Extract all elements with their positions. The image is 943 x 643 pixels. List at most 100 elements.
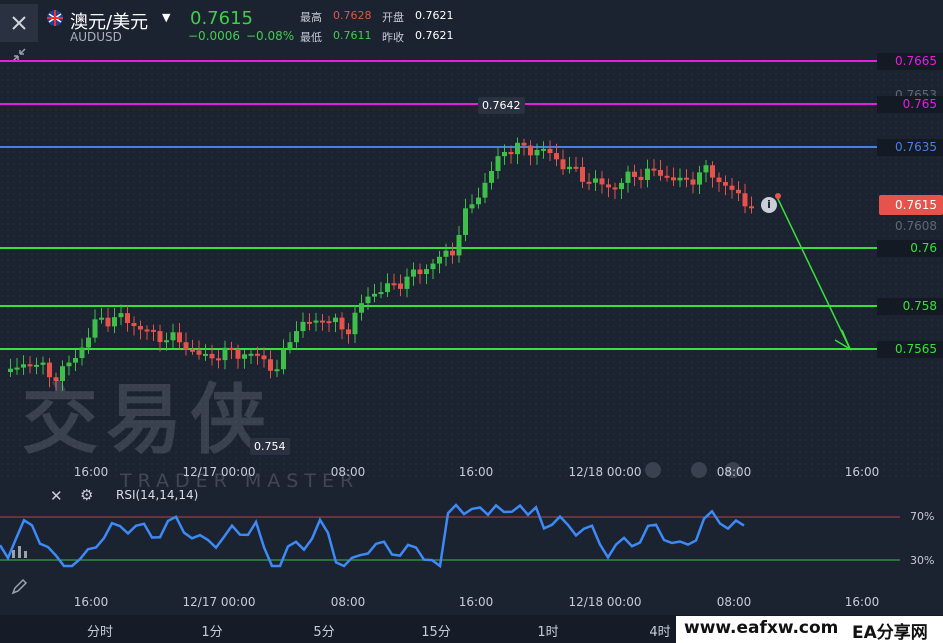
candle-body xyxy=(469,204,475,209)
time-tick-lower: 08:00 xyxy=(330,595,366,609)
candle-body xyxy=(528,145,533,156)
candle-body xyxy=(352,312,358,335)
candle-body xyxy=(229,347,234,350)
timeframe-tab[interactable]: 分时 xyxy=(87,621,113,640)
candle-body xyxy=(638,176,644,180)
candle-body xyxy=(359,303,364,313)
candle-body xyxy=(534,150,540,156)
candle-body xyxy=(99,317,104,320)
candle-body xyxy=(125,313,130,324)
candle-body xyxy=(300,321,306,332)
price-label-76: 0.76 xyxy=(877,240,943,257)
candle-body xyxy=(378,292,384,295)
candle-body xyxy=(274,369,280,372)
event-marker-icon[interactable] xyxy=(691,462,707,478)
candle-body xyxy=(541,148,546,151)
time-tick: 08:00 xyxy=(330,465,366,479)
candle-body xyxy=(86,337,91,348)
event-marker-icon[interactable] xyxy=(645,462,661,478)
candle-body xyxy=(14,367,20,370)
candle-body xyxy=(92,319,98,338)
time-tick: 16:00 xyxy=(844,465,880,479)
rsi-level-low: 30% xyxy=(910,554,935,567)
candle-body xyxy=(671,177,676,181)
candle-body xyxy=(294,331,299,343)
timeframe-tab[interactable]: 4时 xyxy=(649,621,670,640)
candle-body xyxy=(131,323,137,327)
watermark-cn: 交易侠 xyxy=(22,375,274,464)
candle-body xyxy=(385,283,390,293)
candle-body xyxy=(417,269,423,275)
candle-body xyxy=(164,340,169,343)
candle-body xyxy=(502,152,507,157)
candle-body xyxy=(456,234,462,256)
candle-body xyxy=(684,177,689,180)
candle-body xyxy=(430,263,436,270)
time-tick: 12/17 00:00 xyxy=(182,465,256,479)
candle-body xyxy=(196,350,202,355)
candle-body xyxy=(450,250,455,256)
candle-body xyxy=(411,269,416,277)
candle-body xyxy=(664,175,670,178)
candle-body xyxy=(177,332,182,343)
rsi-line xyxy=(0,503,745,569)
candle-body xyxy=(190,349,195,352)
candle-body xyxy=(619,182,624,190)
candle-body xyxy=(658,169,663,176)
candle-body xyxy=(476,197,481,205)
candle-body xyxy=(281,349,286,370)
info-icon[interactable]: i xyxy=(761,197,777,213)
candle-body xyxy=(645,168,650,180)
chart-app: 澳元/美元 ▼ AUDUSD 0.7615 −0.0006 −0.08% 最高 … xyxy=(0,0,943,643)
price-label-758: 0.758 xyxy=(877,298,943,315)
candle-body xyxy=(677,177,683,181)
candle-body xyxy=(333,317,338,323)
rsi-panel xyxy=(0,503,900,569)
candle-body xyxy=(742,193,748,207)
candle-body xyxy=(547,148,553,154)
time-tick-lower: 16:00 xyxy=(458,595,494,609)
time-tick-lower: 12/17 00:00 xyxy=(182,595,256,609)
candle-body xyxy=(248,353,254,356)
candle-body xyxy=(255,353,260,356)
brand-url: www.eafxw.com xyxy=(684,618,839,638)
price-label-7635: 0.7635 xyxy=(877,139,943,156)
candle-body xyxy=(736,189,741,194)
candle-body xyxy=(151,329,156,332)
current-price-label: 0.7615 xyxy=(879,195,943,215)
candle-body xyxy=(170,332,176,341)
candle-body xyxy=(710,165,715,178)
candle-body xyxy=(729,185,735,190)
candle-body xyxy=(716,177,722,183)
candle-body xyxy=(495,156,501,172)
price-label-7665: 0.7665 xyxy=(877,53,943,70)
candle-body xyxy=(508,152,514,155)
time-tick: 08:00 xyxy=(716,465,752,479)
candle-body xyxy=(599,178,605,185)
time-tick: 12/18 00:00 xyxy=(568,465,642,479)
candle-body xyxy=(690,179,696,185)
candle-body xyxy=(443,250,449,257)
candle-body xyxy=(573,166,579,169)
candle-body xyxy=(482,182,488,198)
time-tick-lower: 12/18 00:00 xyxy=(568,595,642,609)
candle-body xyxy=(606,184,611,188)
timeframe-tab[interactable]: 1时 xyxy=(537,621,558,640)
timeframe-tab[interactable]: 15分 xyxy=(421,621,451,640)
candle-body xyxy=(372,293,377,297)
candle-body xyxy=(697,172,702,185)
candle-body xyxy=(346,329,351,335)
candle-body xyxy=(157,331,163,343)
timeframe-tab[interactable]: 5分 xyxy=(313,621,334,640)
candle-body xyxy=(625,171,631,183)
candle-body xyxy=(404,276,410,289)
candle-body xyxy=(554,153,559,160)
candle-body xyxy=(391,283,397,286)
price-label-765: 0.765 xyxy=(877,96,943,113)
candle-body xyxy=(203,353,208,356)
candle-body xyxy=(515,142,520,155)
timeframe-tab[interactable]: 1分 xyxy=(201,621,222,640)
time-tick: 16:00 xyxy=(73,465,109,479)
candle-body xyxy=(105,317,111,327)
candle-body xyxy=(326,321,332,324)
